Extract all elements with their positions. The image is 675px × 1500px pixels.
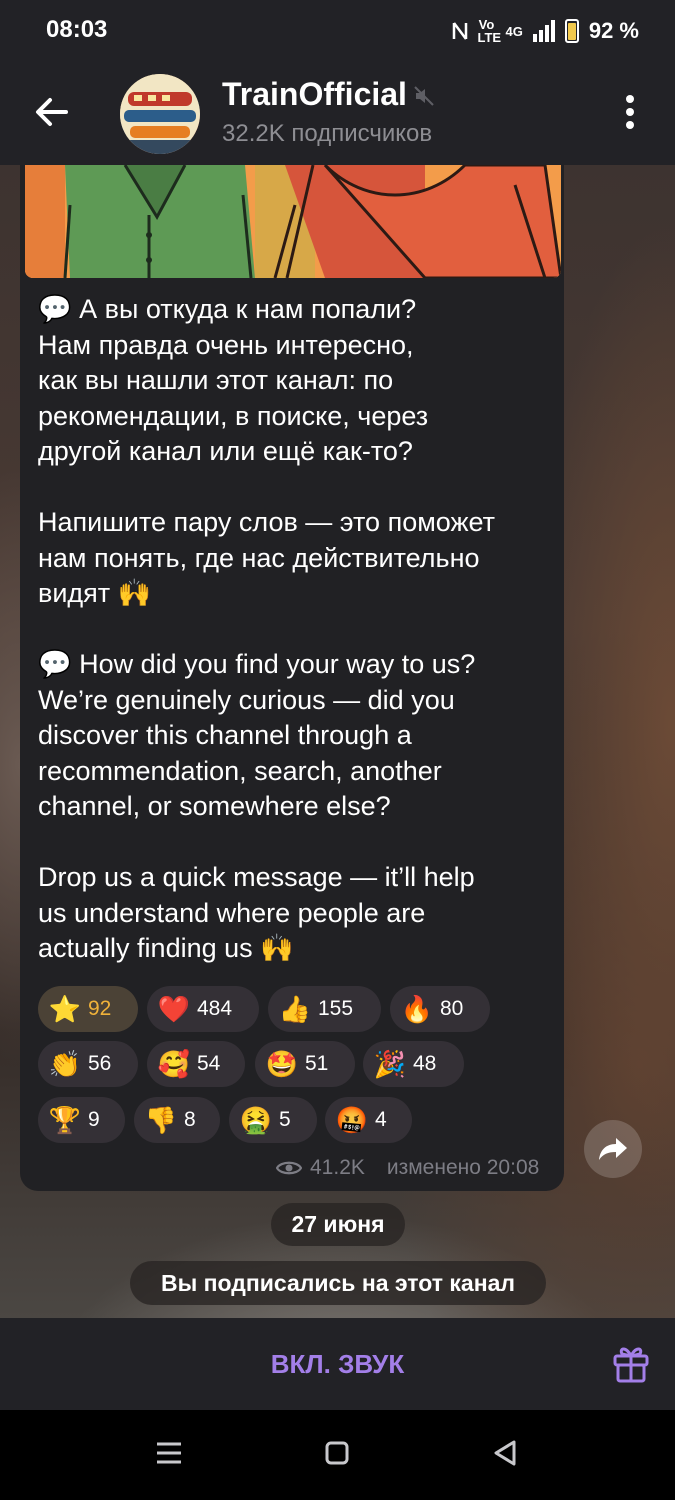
reaction-emoji-icon: ❤️ xyxy=(157,993,191,1024)
share-icon xyxy=(599,1138,627,1160)
reaction-count: 80 xyxy=(440,997,464,1020)
reaction-pill[interactable]: 🥰 54 xyxy=(147,1041,245,1087)
message-text: 💬 А вы откуда к нам попали? Нам правда о… xyxy=(38,294,496,963)
reaction-count: 56 xyxy=(88,1052,112,1075)
service-message: Вы подписались на этот канал xyxy=(130,1261,546,1305)
reaction-count: 54 xyxy=(197,1052,221,1075)
reaction-count: 4 xyxy=(375,1108,387,1131)
message-meta: 41.2K изменено 20:08 xyxy=(276,1156,539,1180)
date-separator: 27 июня xyxy=(271,1203,405,1246)
reaction-emoji-icon: 🤮 xyxy=(239,1104,273,1135)
reaction-pill[interactable]: 👍 155 xyxy=(268,986,381,1032)
back-arrow-icon[interactable] xyxy=(28,88,76,136)
reaction-pill[interactable]: ❤️ 484 xyxy=(147,986,259,1032)
reaction-pill[interactable]: 🤩 51 xyxy=(255,1041,355,1087)
more-vert-icon[interactable] xyxy=(614,92,646,132)
bottom-bar: ВКЛ. ЗВУК xyxy=(0,1318,675,1410)
message-image[interactable] xyxy=(25,165,561,278)
reaction-pill[interactable]: 👎 8 xyxy=(134,1097,220,1143)
people-illustration xyxy=(25,165,561,278)
volte-indicator: Vo LTE xyxy=(477,17,502,45)
reaction-count: 51 xyxy=(305,1052,329,1075)
channel-title[interactable]: TrainOfficial xyxy=(222,76,407,113)
gift-icon[interactable] xyxy=(610,1342,652,1384)
reaction-count: 48 xyxy=(413,1052,437,1075)
reaction-pill[interactable]: 👏 56 xyxy=(38,1041,138,1087)
reaction-pill[interactable]: ⭐ 92 xyxy=(38,986,138,1032)
status-icons: Vo LTE 4G 92 % xyxy=(452,16,639,46)
reaction-count: 484 xyxy=(197,997,233,1020)
subscriber-count: 32.2K подписчиков xyxy=(222,120,433,147)
reaction-pill[interactable]: 🎉 48 xyxy=(363,1041,464,1087)
system-nav-bar xyxy=(0,1410,675,1500)
reaction-count: 8 xyxy=(184,1108,196,1131)
status-time: 08:03 xyxy=(46,16,108,43)
eye-icon xyxy=(276,1161,302,1175)
reaction-emoji-icon: ⭐ xyxy=(48,993,82,1024)
share-button[interactable] xyxy=(584,1120,642,1178)
battery-level: 92 % xyxy=(588,18,639,43)
reaction-emoji-icon: 🔥 xyxy=(400,993,434,1024)
reaction-pill[interactable]: 🤬 4 xyxy=(325,1097,412,1143)
nav-back-icon[interactable] xyxy=(488,1436,522,1470)
reaction-emoji-icon: 👍 xyxy=(278,993,312,1024)
reaction-count: 9 xyxy=(88,1108,100,1131)
reaction-emoji-icon: 🏆 xyxy=(48,1104,82,1135)
nav-menu-icon[interactable] xyxy=(152,1436,186,1470)
channel-avatar[interactable] xyxy=(120,74,200,154)
reaction-emoji-icon: 🥰 xyxy=(157,1048,191,1079)
reaction-pill[interactable]: 🔥 80 xyxy=(390,986,490,1032)
reaction-count: 155 xyxy=(318,997,354,1020)
battery-icon xyxy=(564,19,579,43)
reaction-emoji-icon: 🤩 xyxy=(265,1048,299,1079)
network-type: 4G xyxy=(505,23,523,39)
train-illustration xyxy=(120,74,200,154)
reaction-emoji-icon: 🤬 xyxy=(335,1104,369,1135)
reaction-pill[interactable]: 🏆 9 xyxy=(38,1097,125,1143)
status-bar: 08:03 Vo LTE 4G 92 % xyxy=(0,0,675,62)
view-count: 41.2K xyxy=(310,1156,365,1179)
unmute-button[interactable]: ВКЛ. ЗВУК xyxy=(220,1344,455,1384)
nfc-icon xyxy=(452,22,467,40)
reaction-emoji-icon: 👎 xyxy=(144,1104,178,1135)
reaction-emoji-icon: 👏 xyxy=(48,1048,82,1079)
edited-time: изменено 20:08 xyxy=(386,1156,540,1179)
nav-home-icon[interactable] xyxy=(320,1436,354,1470)
reaction-count: 92 xyxy=(88,997,112,1020)
reaction-emoji-icon: 🎉 xyxy=(373,1048,407,1079)
reaction-pill[interactable]: 🤮 5 xyxy=(229,1097,317,1143)
reaction-count: 5 xyxy=(279,1108,291,1131)
chat-header: TrainOfficial 32.2K подписчиков xyxy=(0,62,675,165)
signal-icon xyxy=(532,20,555,42)
mute-icon xyxy=(414,86,434,106)
